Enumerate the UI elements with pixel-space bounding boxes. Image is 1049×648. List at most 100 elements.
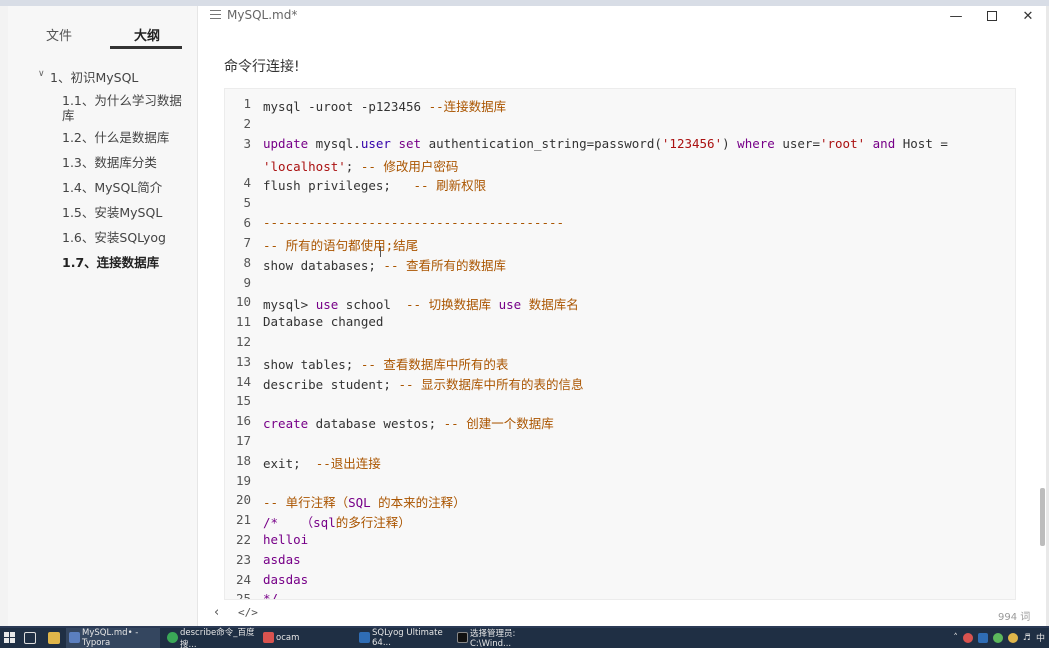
- line-number: 1: [243, 96, 251, 111]
- line-number: 12: [235, 334, 251, 349]
- line-number: 3: [243, 136, 251, 151]
- taskbar-item-ocam[interactable]: ocam: [260, 628, 354, 648]
- line-number: 10: [235, 294, 251, 309]
- taskbar: MySQL.md• - Typora describe命令_百度搜... oca…: [0, 628, 1049, 648]
- code-line-16: create database westos; -- 创建一个数据库: [263, 413, 554, 432]
- code-keyword: use: [498, 297, 522, 312]
- code-token: mysql>: [263, 297, 316, 312]
- network-icon[interactable]: [1007, 632, 1018, 643]
- code-keyword: where: [737, 136, 775, 151]
- code-comment: --连接数据库: [428, 99, 507, 114]
- taskbar-item-label: SQLyog Ultimate 64...: [372, 628, 443, 648]
- scrollbar-thumb[interactable]: [1040, 488, 1045, 546]
- code-keyword: use: [315, 297, 339, 312]
- wechat-icon[interactable]: [992, 632, 1003, 643]
- line-number: 8: [243, 255, 251, 270]
- line-number: 21: [235, 512, 251, 527]
- active-tab-underline: [110, 46, 182, 49]
- code-token: ;: [345, 159, 361, 174]
- windows-start-icon[interactable]: [4, 632, 15, 643]
- code-token: mysql.: [308, 136, 361, 151]
- outline-item-1-3[interactable]: 1.3、数据库分类: [62, 155, 157, 170]
- taskbar-item-browser[interactable]: describe命令_百度搜...: [164, 628, 258, 648]
- scrollbar[interactable]: [1038, 6, 1046, 602]
- code-comment: -- 查看所有的数据库: [383, 258, 506, 273]
- code-token: database westos;: [308, 416, 444, 431]
- code-line-25: */: [263, 591, 279, 600]
- code-line-23: asdas: [263, 552, 301, 567]
- outline-item-1-6[interactable]: 1.6、安装SQLyog: [62, 230, 166, 245]
- code-token: authentication_string=password(: [421, 136, 662, 151]
- outline-item-1-5[interactable]: 1.5、安装MySQL: [62, 205, 162, 220]
- code-line-18: exit; --退出连接: [263, 453, 381, 472]
- code-token: show databases;: [263, 258, 384, 273]
- code-block[interactable]: 1 2 3 4 5 6 7 8 9 10 11 12 13 14 15 16 1…: [224, 88, 1016, 600]
- task-view-icon[interactable]: [24, 632, 36, 644]
- taskbar-item-label: 选择管理员: C:\Wind...: [470, 629, 516, 648]
- code-line-10: mysql> use school -- 切换数据库 use 数据库名: [263, 294, 579, 313]
- sidebar-tabs: 文件 大纲: [8, 6, 198, 52]
- app-tray-icon[interactable]: [977, 632, 988, 643]
- title-bar: MySQL.md* — ✕: [198, 6, 1046, 26]
- record-icon[interactable]: [962, 632, 973, 643]
- outline-item-1-2[interactable]: 1.2、什么是数据库: [62, 130, 169, 145]
- code-line-8: show databases; -- 查看所有的数据库: [263, 255, 506, 274]
- code-string: 'root': [819, 136, 866, 151]
- outline-item-1-7[interactable]: 1.7、连接数据库: [62, 255, 159, 270]
- sqlyog-icon: [359, 632, 370, 643]
- code-comment: -- 单行注释（: [263, 495, 349, 510]
- line-number: 24: [235, 572, 251, 587]
- outline-item-1[interactable]: 1、初识MySQL: [50, 70, 138, 85]
- browser-icon: [167, 632, 178, 643]
- code-comment: -- 显示数据库中所有的表的信息: [398, 377, 584, 392]
- typora-icon: [69, 632, 80, 643]
- code-token: user=: [774, 136, 820, 151]
- taskbar-item-cmd[interactable]: 选择管理员: C:\Wind...: [454, 628, 554, 648]
- minimize-button[interactable]: —: [938, 6, 974, 26]
- code-token: describe student;: [263, 377, 399, 392]
- outline-item-1-1[interactable]: 1.1、为什么学习数据: [62, 93, 182, 108]
- code-keyword: set: [398, 136, 422, 151]
- tab-outline[interactable]: 大纲: [134, 25, 160, 44]
- outline-item-1-4[interactable]: 1.4、MySQL简介: [62, 180, 162, 195]
- ime-icon[interactable]: 中: [1036, 631, 1045, 644]
- line-number: 4: [243, 175, 251, 190]
- code-line-14: describe student; -- 显示数据库中所有的表的信息: [263, 374, 584, 393]
- code-line-6: ----------------------------------------: [263, 215, 565, 230]
- code-keyword: and: [872, 136, 896, 151]
- chevron-down-icon[interactable]: ∨: [38, 69, 45, 79]
- chevron-up-icon[interactable]: ˄: [953, 633, 958, 643]
- outline-item-1-1-wrap[interactable]: 库: [62, 108, 75, 123]
- maximize-button[interactable]: [974, 6, 1010, 26]
- screen-left-edge: [0, 6, 8, 626]
- taskbar-item-sqlyog[interactable]: SQLyog Ultimate 64...: [356, 628, 454, 648]
- taskbar-item-label: MySQL.md• - Typora: [82, 628, 139, 648]
- code-line-7: -- 所有的语句都使用;结尾: [263, 238, 419, 253]
- line-number: 11: [235, 314, 251, 329]
- code-builtin: user: [360, 136, 391, 151]
- ocam-icon: [263, 632, 274, 643]
- code-line-3: update mysql.user set authentication_str…: [263, 136, 948, 151]
- line-number: 6: [243, 215, 251, 230]
- line-number: 13: [235, 354, 251, 369]
- code-line-11: Database changed: [263, 314, 384, 329]
- code-comment: 的本来的注释）: [370, 495, 466, 510]
- text-cursor: [380, 246, 381, 257]
- volume-icon[interactable]: ♬: [1023, 633, 1031, 643]
- paragraph-text[interactable]: 命令行连接!: [224, 56, 300, 76]
- line-number: 9: [243, 275, 251, 290]
- code-token: exit;: [263, 456, 316, 471]
- code-string: 'localhost': [263, 159, 346, 174]
- source-mode-icon[interactable]: </>: [238, 606, 258, 619]
- code-line-4: flush privileges; -- 刷新权限: [263, 175, 486, 194]
- file-explorer-icon[interactable]: [48, 632, 60, 644]
- word-count[interactable]: 994 词: [998, 608, 1030, 623]
- chevron-left-icon[interactable]: ‹: [214, 605, 219, 620]
- menu-icon[interactable]: [210, 10, 221, 20]
- code-string: '123456': [661, 136, 723, 151]
- code-comment: --退出连接: [315, 456, 381, 471]
- taskbar-item-typora[interactable]: MySQL.md• - Typora: [66, 628, 160, 648]
- tab-files[interactable]: 文件: [46, 25, 72, 44]
- line-number: 15: [235, 393, 251, 408]
- line-number: 18: [235, 453, 251, 468]
